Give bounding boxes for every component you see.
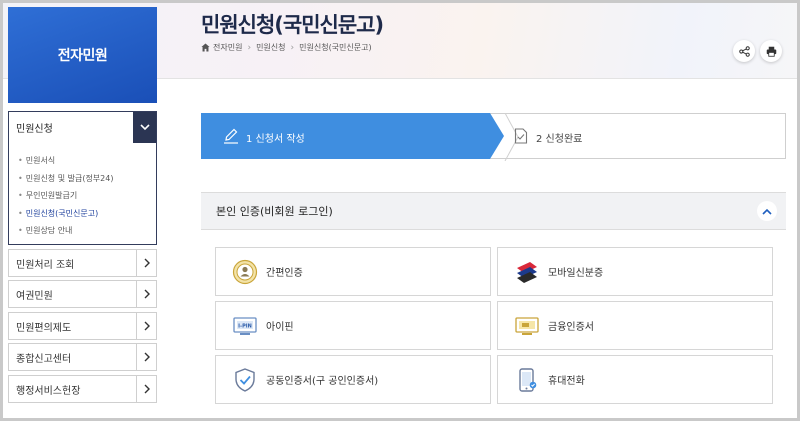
print-icon [766, 46, 776, 57]
home-icon[interactable] [201, 43, 210, 52]
auth-option-label: 모바일신분증 [548, 268, 604, 279]
auth-option-label: 금융인증서 [548, 322, 594, 333]
auth-option-financial-cert[interactable]: 금융인증서 [497, 301, 773, 350]
chevron-right-icon [136, 344, 156, 370]
sidebar-item-label: 종합신고센터 [16, 353, 72, 365]
mobile-phone-icon [514, 367, 540, 393]
sidebar-item-passport[interactable]: 여권민원 [8, 280, 157, 308]
auth-option-ipin[interactable]: I-PIN 아이핀 [215, 301, 491, 350]
auth-option-label: 간편인증 [266, 268, 303, 279]
step-indicator: 1 신청서 작성 2 신청완료 [201, 113, 786, 161]
sidebar-title-box: 전자민원 [8, 7, 157, 103]
sidebar-item-civil-application[interactable]: 민원신청 [8, 111, 157, 144]
chevron-up-icon[interactable] [757, 201, 777, 221]
ipin-icon: I-PIN [232, 313, 258, 339]
page-frame: 전자민원 민원신청 민원서식 민원신청 및 발급(정부24) 무인민원발급기 민… [3, 3, 797, 418]
mobile-id-icon [514, 259, 540, 285]
breadcrumb: 전자민원 › 민원신청 › 민원신청(국민신문고) [201, 42, 372, 53]
print-button[interactable] [760, 40, 782, 62]
submenu-item-current[interactable]: 민원신청(국민신문고) [9, 205, 156, 223]
auth-section-header[interactable]: 본인 인증(비회원 로그인) [201, 192, 786, 230]
share-icon [738, 45, 750, 57]
breadcrumb-separator-icon: › [247, 42, 252, 53]
financial-cert-icon [514, 313, 540, 339]
step-1-label: 1 신청서 작성 [246, 134, 305, 145]
sidebar-item-convenience[interactable]: 민원편의제도 [8, 312, 157, 340]
auth-option-mobile-phone[interactable]: 휴대전화 [497, 355, 773, 404]
chevron-right-icon [136, 376, 156, 402]
sidebar-item-processing-inquiry[interactable]: 민원처리 조회 [8, 249, 157, 277]
breadcrumb-separator-icon: › [290, 42, 295, 53]
auth-section-title: 본인 인증(비회원 로그인) [216, 205, 333, 218]
auth-option-label: 공동인증서(구 공인인증서) [266, 376, 379, 387]
joint-cert-icon [232, 367, 258, 393]
breadcrumb-item[interactable]: 민원신청 [256, 42, 285, 53]
chevron-right-icon [136, 281, 156, 307]
breadcrumb-item-current: 민원신청(국민신문고) [299, 43, 372, 52]
share-button[interactable] [733, 40, 755, 62]
sidebar-item-label: 행정서비스헌장 [16, 385, 81, 397]
sidebar-item-report-center[interactable]: 종합신고센터 [8, 343, 157, 371]
auth-option-joint-cert[interactable]: 공동인증서(구 공인인증서) [215, 355, 491, 404]
document-check-icon [514, 128, 528, 144]
auth-option-label: 휴대전화 [548, 376, 585, 387]
sidebar-item-service-charter[interactable]: 행정서비스헌장 [8, 375, 157, 403]
simple-auth-icon [232, 259, 258, 285]
submenu-item[interactable]: 민원서식 [9, 152, 156, 170]
auth-option-simple[interactable]: 간편인증 [215, 247, 491, 296]
sidebar-item-label: 여권민원 [16, 290, 53, 302]
submenu-item[interactable]: 무인민원발급기 [9, 187, 156, 205]
breadcrumb-item[interactable]: 전자민원 [213, 42, 242, 53]
sidebar-title: 전자민원 [57, 48, 108, 64]
chevron-right-icon [136, 313, 156, 339]
sidebar-item-label: 민원처리 조회 [16, 259, 75, 271]
chevron-down-icon[interactable] [133, 112, 156, 143]
step-2-label: 2 신청완료 [536, 134, 583, 145]
svg-text:I-PIN: I-PIN [238, 323, 252, 329]
sidebar-submenu: 민원서식 민원신청 및 발급(정부24) 무인민원발급기 민원신청(국민신문고)… [8, 143, 157, 245]
auth-option-label: 아이핀 [266, 322, 294, 333]
pencil-icon [224, 128, 238, 144]
sidebar-item-label: 민원편의제도 [16, 322, 72, 334]
chevron-right-icon [136, 250, 156, 276]
auth-option-mobile-id[interactable]: 모바일신분증 [497, 247, 773, 296]
page-title: 민원신청(국민신문고) [201, 13, 384, 37]
submenu-item[interactable]: 민원상담 안내 [9, 222, 156, 240]
sidebar-item-label: 민원신청 [16, 124, 53, 135]
submenu-item[interactable]: 민원신청 및 발급(정부24) [9, 170, 156, 188]
